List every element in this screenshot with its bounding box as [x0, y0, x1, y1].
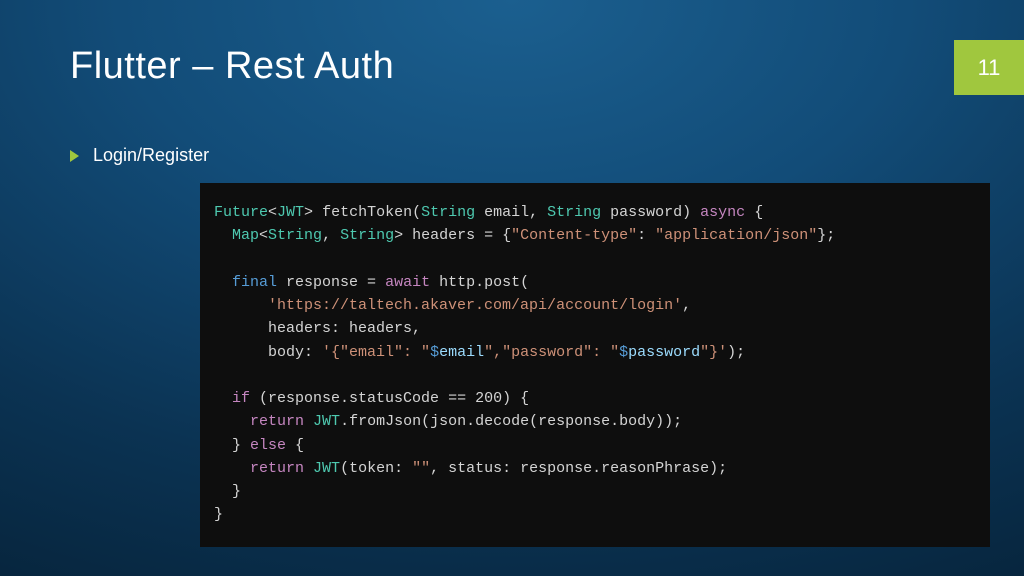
code-token: (token: — [340, 460, 412, 477]
code-token: String — [547, 204, 601, 221]
slide-title: Flutter – Rest Auth — [70, 45, 394, 88]
page-number-badge: 11 — [954, 40, 1024, 95]
code-token: String — [268, 227, 322, 244]
code-token: > — [304, 204, 322, 221]
code-snippet: Future<JWT> fetchToken(String email, Str… — [200, 183, 990, 547]
code-token: "" — [412, 460, 430, 477]
code-token: return — [250, 413, 304, 430]
code-token — [214, 227, 232, 244]
code-token: password — [628, 344, 700, 361]
code-token: if — [232, 390, 250, 407]
code-token: { — [286, 437, 304, 454]
code-token: < — [259, 227, 268, 244]
code-token: fetchToken — [322, 204, 412, 221]
code-token: ); — [727, 344, 745, 361]
code-token: : — [637, 227, 655, 244]
code-token: async — [700, 204, 745, 221]
code-token: , status: response.reasonPhrase); — [430, 460, 727, 477]
code-token: headers: headers, — [214, 320, 421, 337]
code-token: email, — [475, 204, 547, 221]
triangle-bullet-icon — [70, 150, 79, 162]
code-token: > headers = { — [394, 227, 511, 244]
code-token: 'https://taltech.akaver.com/api/account/… — [268, 297, 682, 314]
code-token: JWT — [313, 460, 340, 477]
code-token: .fromJson(json.decode(response.body)); — [340, 413, 682, 430]
code-token: email — [439, 344, 484, 361]
code-token: "}' — [700, 344, 727, 361]
code-token: { — [745, 204, 763, 221]
code-token: http.post( — [430, 274, 529, 291]
code-token: (response.statusCode == 200) { — [250, 390, 529, 407]
bullet-item: Login/Register — [70, 145, 209, 166]
code-token: , — [682, 297, 691, 314]
code-token: body: — [214, 344, 322, 361]
code-token: JWT — [277, 204, 304, 221]
code-token: < — [268, 204, 277, 221]
code-token: response = — [277, 274, 385, 291]
code-token: String — [421, 204, 475, 221]
code-token: return — [250, 460, 304, 477]
code-token: else — [250, 437, 286, 454]
code-token: , — [322, 227, 340, 244]
code-token: ( — [412, 204, 421, 221]
code-token: await — [385, 274, 430, 291]
code-token — [214, 274, 232, 291]
code-token — [214, 390, 232, 407]
code-token: Map — [232, 227, 259, 244]
code-token: '{"email": " — [322, 344, 430, 361]
code-token: password) — [601, 204, 700, 221]
code-token — [214, 460, 250, 477]
code-token: }; — [817, 227, 835, 244]
code-token: $ — [430, 344, 439, 361]
code-token: "application/json" — [655, 227, 817, 244]
bullet-text: Login/Register — [93, 145, 209, 166]
code-token: JWT — [313, 413, 340, 430]
code-token: } — [214, 437, 250, 454]
code-token — [304, 460, 313, 477]
code-token — [214, 297, 268, 314]
code-token: } — [214, 483, 241, 500]
code-token — [304, 413, 313, 430]
code-token: $ — [619, 344, 628, 361]
code-token — [214, 413, 250, 430]
code-token: "Content-type" — [511, 227, 637, 244]
code-token: Future — [214, 204, 268, 221]
code-token: ","password": " — [484, 344, 619, 361]
code-token: } — [214, 506, 223, 523]
code-token: String — [340, 227, 394, 244]
code-token: final — [232, 274, 277, 291]
